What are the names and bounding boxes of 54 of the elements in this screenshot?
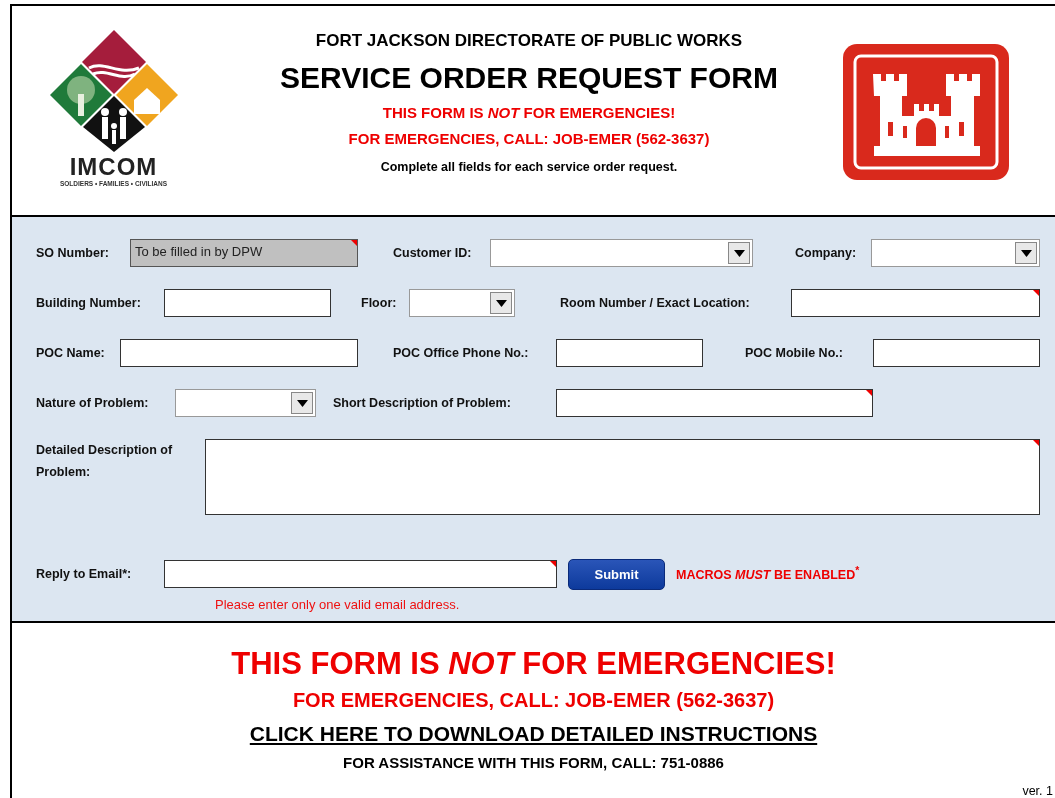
comment-marker-icon [550,561,556,567]
version-label: ver. 1 [1022,784,1053,798]
macros-notice: MACROS MUST BE ENABLED$^{*}$ [676,565,860,583]
dropdown-field[interactable] [871,239,1040,267]
submit-button[interactable]: Submit [568,558,665,590]
input-field[interactable] [791,289,1040,317]
input-field[interactable] [556,339,703,367]
input-field[interactable] [164,289,331,317]
text-area[interactable] [205,439,1040,515]
input-field[interactable] [120,339,358,367]
emergency-warning: THIS FORM IS NOT FOR EMERGENCIES! [231,645,836,683]
caret-icon [495,299,507,307]
field-label: Detailed Description of Problem: [36,442,174,481]
dropdown-button[interactable] [490,292,512,314]
emergency-warning: THIS FORM IS NOT FOR EMERGENCIES! [382,103,676,123]
dropdown-button[interactable] [728,242,750,264]
field-label: POC Mobile No.: [745,345,844,362]
comment-marker-icon [1033,290,1039,296]
field-label: POC Name: [36,345,106,362]
dropdown-field[interactable] [175,389,316,417]
caret-icon [1020,249,1032,257]
dropdown-field[interactable] [409,289,515,317]
field-label: SO Number: [36,245,110,262]
dropdown-button[interactable] [1015,242,1037,264]
field-label: Reply to Email*: [36,566,133,583]
field-label: Company: [795,245,858,262]
email-hint: Please enter only one valid email address. [215,597,461,612]
input-field[interactable] [556,389,873,417]
field-label: Short Description of Problem: [333,395,512,412]
emergency-phone: FOR EMERGENCIES, CALL: JOB-EMER (562-3637) [292,688,775,713]
input-field[interactable] [873,339,1040,367]
emergency-phone: FOR EMERGENCIES, CALL: JOB-EMER (562-3637) [348,129,710,149]
dropdown-field[interactable] [490,239,753,267]
organization-name: FORT JACKSON DIRECTORATE OF PUBLIC WORKS [315,30,743,52]
field-label: Room Number / Exact Location: [560,295,751,312]
field-label: Building Number: [36,295,142,312]
form-title: SERVICE ORDER REQUEST FORM [280,60,778,96]
field-label: POC Office Phone No.: [393,345,530,362]
caret-icon [296,399,308,407]
dropdown-button[interactable] [291,392,313,414]
field-label: Customer ID: [393,245,473,262]
comment-marker-icon [351,240,357,246]
readonly-field[interactable]: To be filled in by DPW [130,239,358,267]
field-label: Nature of Problem: [36,395,150,412]
logo-name: IMCOM [69,154,158,180]
comment-marker-icon [1033,440,1039,446]
castle-logo-icon [843,44,1009,180]
caret-icon [733,249,745,257]
assistance-phone: FOR ASSISTANCE WITH THIS FORM, CALL: 751-0886 [343,753,724,773]
download-instructions-link[interactable]: CLICK HERE TO DOWNLOAD DETAILED INSTRUCTIONS [249,717,818,751]
field-label: Floor: [361,295,398,312]
comment-marker-icon [866,390,872,396]
instruction-text: Complete all fields for each service order request. [380,160,678,174]
email-field[interactable] [164,560,557,588]
